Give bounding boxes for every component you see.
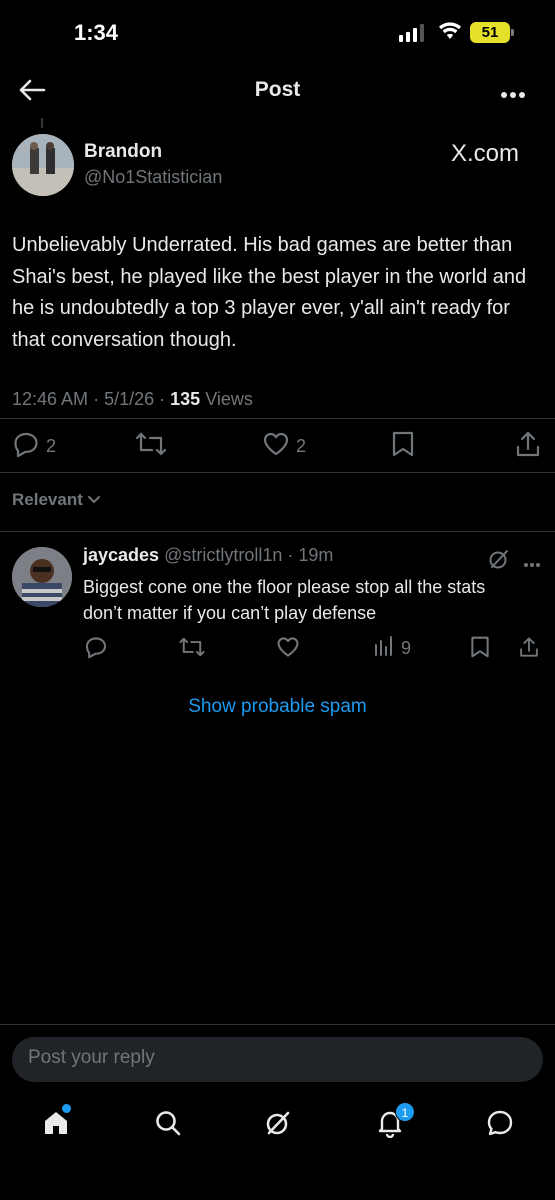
author-handle[interactable]: @No1Statistician	[84, 167, 222, 188]
messages-icon	[485, 1110, 515, 1142]
reply-count: 2	[46, 436, 57, 456]
thread-line	[41, 118, 43, 128]
tab-home[interactable]	[41, 1104, 71, 1143]
divider	[0, 1024, 555, 1025]
battery-indicator: 51	[470, 22, 510, 43]
share-button[interactable]	[514, 430, 542, 463]
reply-text: Biggest cone one the floor please stop a…	[83, 577, 486, 623]
sort-label: Relevant	[12, 490, 83, 509]
meta-separator: ·	[287, 545, 294, 565]
status-time: 1:34	[74, 20, 119, 45]
grok-icon[interactable]	[487, 547, 511, 576]
bar-chart-icon	[373, 635, 395, 662]
reply-actions: 9	[0, 632, 555, 662]
share-icon	[514, 430, 542, 463]
battery-tip	[511, 29, 514, 36]
source-link[interactable]: X.com	[451, 140, 519, 168]
tab-notifications[interactable]: 1	[375, 1102, 415, 1143]
post-text: Unbelievably Underrated. His bad games a…	[12, 234, 527, 351]
bookmark-button[interactable]	[390, 430, 416, 463]
reply-share-button[interactable]	[518, 635, 540, 664]
repost-button[interactable]	[134, 430, 168, 463]
reply-bookmark-button[interactable]	[469, 635, 491, 664]
reply-input-placeholder: Post your reply	[28, 1047, 155, 1068]
reply-like-button[interactable]	[276, 635, 300, 664]
repost-icon	[178, 635, 206, 664]
reply-avatar[interactable]	[12, 547, 72, 607]
reply-button[interactable]: 2	[12, 430, 56, 463]
reply-icon	[84, 635, 108, 664]
reply-time: 19m	[298, 545, 334, 565]
search-icon	[153, 1111, 183, 1142]
views-count: 135	[170, 389, 201, 409]
repost-icon	[134, 430, 168, 463]
divider	[0, 472, 555, 473]
bookmark-icon	[469, 635, 491, 664]
views-label: Views	[205, 389, 253, 409]
post-meta: 12:46 AM · 5/1/26 · 135 Views	[12, 389, 253, 410]
reply-views-button[interactable]: 9	[373, 635, 411, 662]
tab-search[interactable]	[153, 1108, 183, 1143]
cellular-signal-icon	[399, 24, 424, 42]
post-time: 12:46 AM	[12, 389, 89, 409]
heart-icon	[262, 430, 290, 463]
home-notification-dot	[62, 1104, 71, 1113]
reply-icon	[12, 430, 40, 463]
meta-separator: ·	[159, 389, 171, 409]
like-count: 2	[296, 436, 307, 456]
reply-more-icon[interactable]	[523, 555, 541, 573]
author-name[interactable]: Brandon	[84, 141, 162, 163]
notifications-badge: 1	[395, 1102, 415, 1122]
sort-selector[interactable]: Relevant	[12, 490, 101, 510]
divider	[0, 418, 555, 419]
reply-reply-button[interactable]	[84, 635, 108, 664]
page-title: Post	[254, 78, 301, 101]
more-options-icon[interactable]	[500, 86, 526, 104]
bookmark-icon	[390, 430, 416, 463]
meta-separator: ·	[93, 389, 105, 409]
reply-author-name[interactable]: jaycades	[83, 545, 159, 565]
reply-author-handle[interactable]: @strictlytroll1n	[164, 545, 282, 565]
tab-grok[interactable]	[263, 1108, 293, 1143]
like-button[interactable]: 2	[262, 430, 306, 463]
post-actions: 2 2	[0, 428, 555, 462]
divider	[0, 531, 555, 532]
reply-views-count: 9	[401, 638, 412, 658]
author-avatar[interactable]	[12, 134, 74, 196]
post-date: 5/1/26	[104, 389, 155, 409]
home-icon	[41, 1112, 71, 1142]
wifi-icon	[438, 20, 462, 45]
show-spam-link[interactable]: Show probable spam	[0, 696, 555, 718]
tab-messages[interactable]	[485, 1108, 515, 1143]
bell-icon	[375, 1111, 405, 1142]
heart-icon	[276, 635, 300, 664]
chevron-down-icon	[87, 490, 101, 510]
grok-icon	[263, 1111, 293, 1142]
bottom-tab-bar: 1	[0, 1100, 555, 1150]
reply-header: jaycades @strictlytroll1n · 19m	[83, 545, 333, 566]
share-icon	[518, 635, 540, 664]
reply-repost-button[interactable]	[178, 635, 206, 664]
